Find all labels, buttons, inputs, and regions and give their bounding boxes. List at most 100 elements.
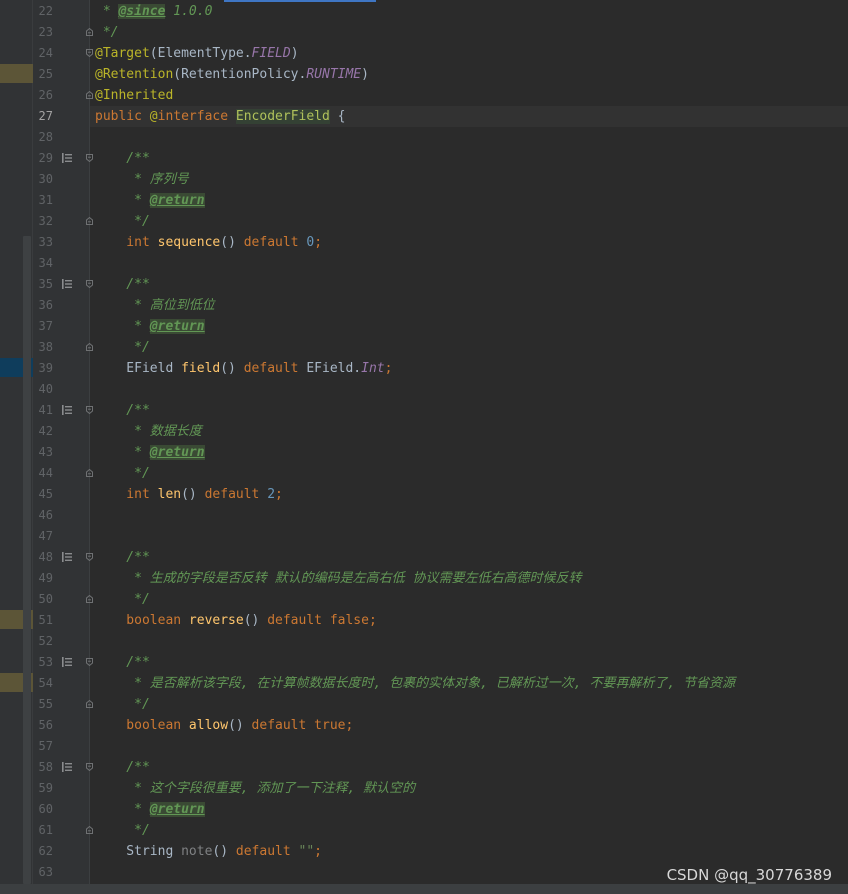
code-token: /**: [95, 403, 150, 418]
code-text[interactable]: * 生成的字段是否反转 默认的编码是左高右低 协议需要左低右高德时候反转: [95, 568, 581, 589]
code-text[interactable]: boolean reverse() default false;: [95, 610, 376, 631]
code-text[interactable]: /**: [95, 148, 150, 169]
code-line[interactable]: 32 */: [0, 211, 848, 232]
code-line[interactable]: 47: [0, 526, 848, 547]
code-line[interactable]: 27 public @interface EncoderField {: [0, 106, 848, 127]
code-line[interactable]: 46: [0, 505, 848, 526]
code-token: EncoderField: [235, 109, 330, 124]
code-line[interactable]: 37 * @return: [0, 316, 848, 337]
code-text[interactable]: /**: [95, 547, 150, 568]
code-text[interactable]: */: [95, 211, 150, 232]
code-token: ): [361, 67, 369, 82]
code-token: @return: [149, 802, 205, 817]
code-text[interactable]: * 序列号: [95, 169, 189, 190]
line-number: 58: [38, 760, 53, 774]
code-text[interactable]: EField field() default EField.Int;: [95, 358, 392, 379]
code-line[interactable]: 48 /**: [0, 547, 848, 568]
code-token: Int: [361, 361, 385, 376]
line-number: 61: [38, 823, 53, 837]
code-text[interactable]: * @since 1.0.0: [95, 1, 212, 22]
line-number: 40: [38, 382, 53, 396]
code-token: RUNTIME: [306, 67, 362, 82]
code-line[interactable]: 26 @Inherited: [0, 85, 848, 106]
code-text[interactable]: @Target(ElementType.FIELD): [95, 43, 299, 64]
code-line[interactable]: 23 */: [0, 22, 848, 43]
code-line[interactable]: 57: [0, 736, 848, 757]
code-line[interactable]: 50 */: [0, 589, 848, 610]
code-token: */: [95, 466, 150, 481]
code-line[interactable]: 42 * 数据长度: [0, 421, 848, 442]
code-line[interactable]: 43 * @return: [0, 442, 848, 463]
code-text[interactable]: */: [95, 820, 150, 841]
code-line[interactable]: 55 */: [0, 694, 848, 715]
code-text[interactable]: */: [95, 463, 150, 484]
javadoc-render-icon[interactable]: [62, 552, 72, 562]
code-text[interactable]: */: [95, 589, 150, 610]
code-line[interactable]: 58 /**: [0, 757, 848, 778]
code-text[interactable]: int len() default 2;: [95, 484, 283, 505]
javadoc-render-icon[interactable]: [62, 405, 72, 415]
code-line[interactable]: 62 String note() default "";: [0, 841, 848, 862]
code-text[interactable]: @Inherited: [95, 85, 173, 106]
code-line[interactable]: 36 * 高位到低位: [0, 295, 848, 316]
javadoc-render-icon[interactable]: [62, 279, 72, 289]
line-number: 27: [38, 109, 53, 123]
code-text[interactable]: * @return: [95, 190, 205, 211]
code-line[interactable]: 33 int sequence() default 0;: [0, 232, 848, 253]
code-line[interactable]: 40: [0, 379, 848, 400]
code-text[interactable]: int sequence() default 0;: [95, 232, 322, 253]
code-text[interactable]: @Retention(RetentionPolicy.RUNTIME): [95, 64, 369, 85]
javadoc-render-icon[interactable]: [62, 762, 72, 772]
code-line[interactable]: 25 @Retention(RetentionPolicy.RUNTIME): [0, 64, 848, 85]
code-text[interactable]: /**: [95, 652, 150, 673]
code-line[interactable]: 24 @Target(ElementType.FIELD): [0, 43, 848, 64]
code-line[interactable]: 56 boolean allow() default true;: [0, 715, 848, 736]
javadoc-render-icon[interactable]: [62, 657, 72, 667]
line-number: 51: [38, 613, 53, 627]
code-line[interactable]: 45 int len() default 2;: [0, 484, 848, 505]
code-token: ): [290, 46, 299, 61]
code-line[interactable]: 52: [0, 631, 848, 652]
code-text[interactable]: * 是否解析该字段, 在计算帧数据长度时, 包裹的实体对象, 已解析过一次, 不…: [95, 673, 735, 694]
javadoc-render-icon[interactable]: [62, 153, 72, 163]
code-line[interactable]: 53 /**: [0, 652, 848, 673]
line-number: 57: [38, 739, 53, 753]
code-text[interactable]: */: [95, 337, 150, 358]
code-text[interactable]: String note() default "";: [95, 841, 322, 862]
code-line[interactable]: 38 */: [0, 337, 848, 358]
code-text[interactable]: public @interface EncoderField {: [95, 106, 345, 127]
code-text[interactable]: /**: [95, 274, 150, 295]
code-line[interactable]: 28: [0, 127, 848, 148]
line-number: 42: [38, 424, 53, 438]
code-line[interactable]: 31 * @return: [0, 190, 848, 211]
code-text[interactable]: */: [95, 694, 150, 715]
code-text[interactable]: * @return: [95, 799, 205, 820]
code-text[interactable]: * 数据长度: [95, 421, 202, 442]
code-line[interactable]: 60 * @return: [0, 799, 848, 820]
code-text[interactable]: /**: [95, 757, 150, 778]
code-line[interactable]: 44 */: [0, 463, 848, 484]
code-line[interactable]: 49 * 生成的字段是否反转 默认的编码是左高右低 协议需要左低右高德时候反转: [0, 568, 848, 589]
code-text[interactable]: boolean allow() default true;: [95, 715, 353, 736]
code-line[interactable]: 22 * @since 1.0.0: [0, 1, 848, 22]
code-line[interactable]: 51 boolean reverse() default false;: [0, 610, 848, 631]
code-line[interactable]: 39 EField field() default EField.Int;: [0, 358, 848, 379]
code-line[interactable]: 61 */: [0, 820, 848, 841]
code-line[interactable]: 54 * 是否解析该字段, 在计算帧数据长度时, 包裹的实体对象, 已解析过一次…: [0, 673, 848, 694]
code-text[interactable]: * 这个字段很重要, 添加了一下注释, 默认空的: [95, 778, 415, 799]
code-text[interactable]: */: [95, 22, 119, 43]
code-line[interactable]: 29 /**: [0, 148, 848, 169]
horizontal-scrollbar[interactable]: [0, 884, 848, 894]
code-text[interactable]: * @return: [95, 442, 205, 463]
code-token: @Target: [95, 46, 150, 61]
code-text[interactable]: /**: [95, 400, 150, 421]
code-line[interactable]: 34: [0, 253, 848, 274]
code-token: * 这个字段很重要, 添加了一下注释, 默认空的: [95, 781, 416, 796]
code-text[interactable]: * @return: [95, 316, 205, 337]
line-number: 52: [38, 634, 53, 648]
code-text[interactable]: * 高位到低位: [95, 295, 215, 316]
code-line[interactable]: 35 /**: [0, 274, 848, 295]
code-line[interactable]: 59 * 这个字段很重要, 添加了一下注释, 默认空的: [0, 778, 848, 799]
code-line[interactable]: 30 * 序列号: [0, 169, 848, 190]
code-line[interactable]: 41 /**: [0, 400, 848, 421]
